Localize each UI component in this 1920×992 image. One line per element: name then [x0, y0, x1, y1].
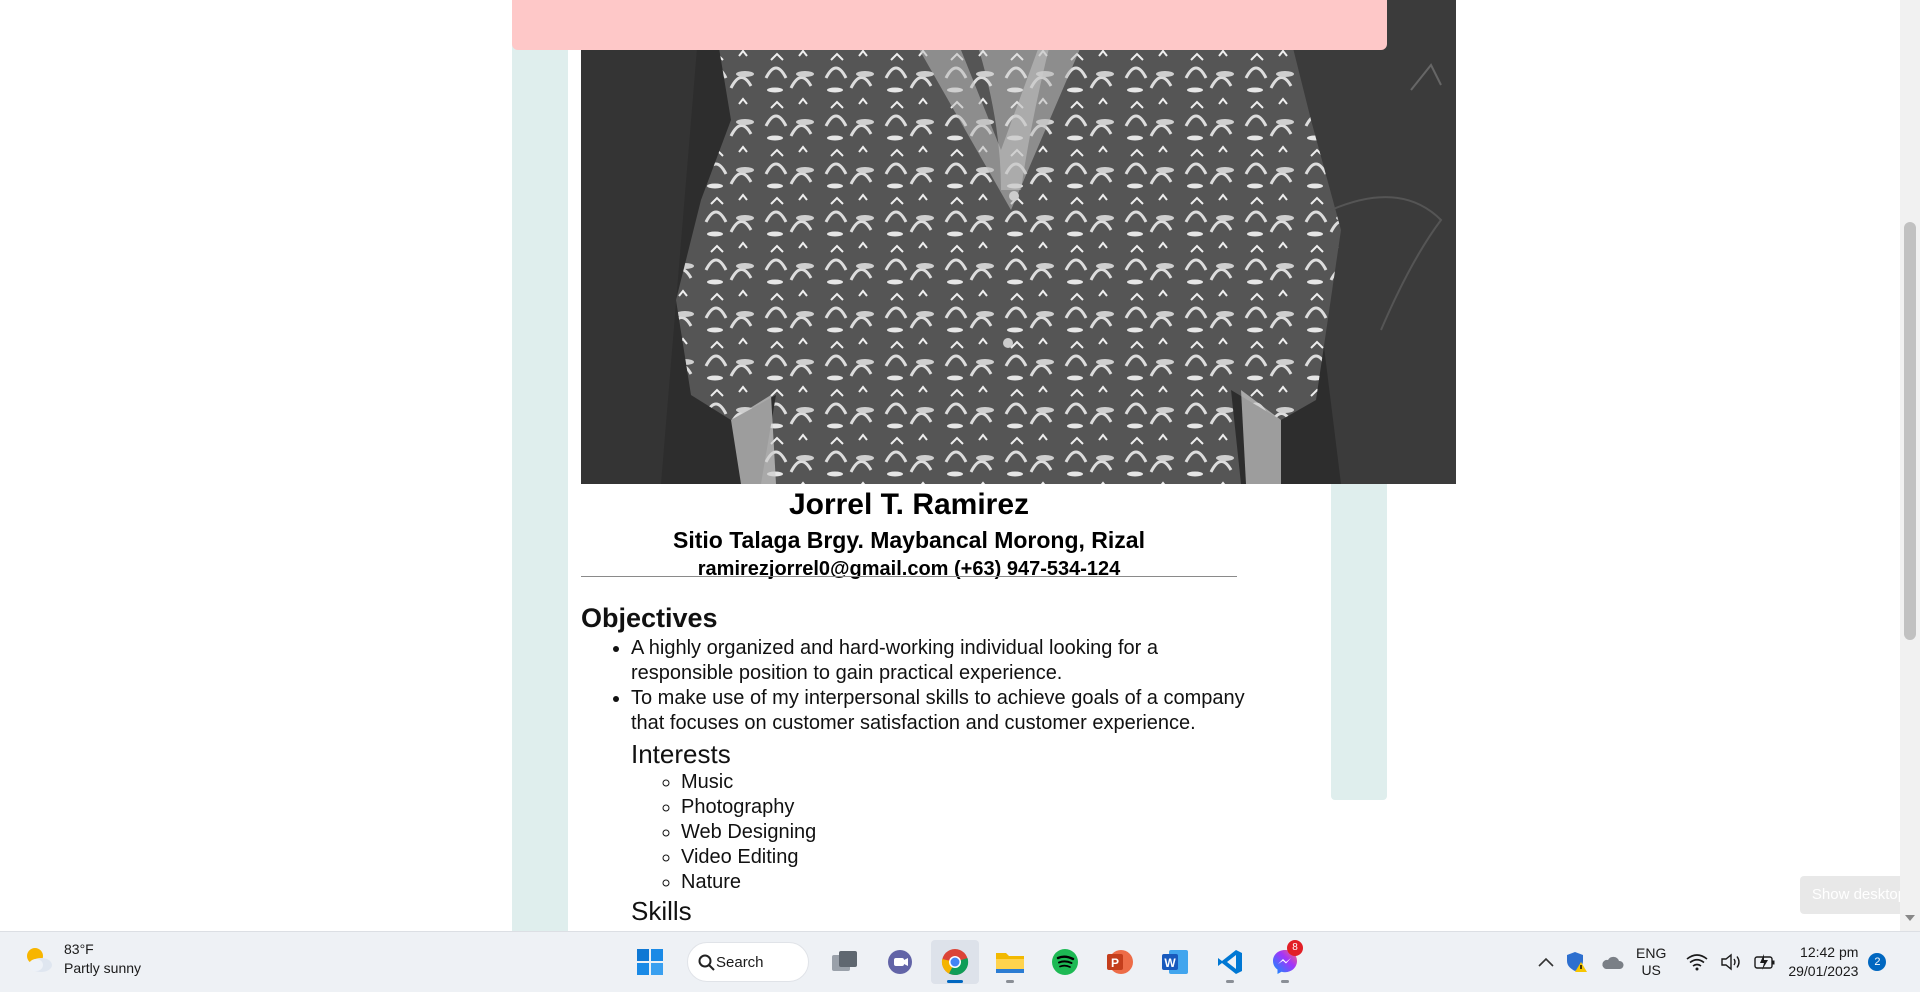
teams-chat-button[interactable] [876, 940, 924, 984]
messenger-badge: 8 [1287, 940, 1303, 956]
svg-text:P: P [1111, 956, 1119, 970]
folder-icon [996, 953, 1024, 973]
security-tray-button[interactable] [1566, 951, 1588, 973]
clock-date: 29/01/2023 [1788, 963, 1859, 979]
svg-text:W: W [1164, 956, 1176, 970]
start-button[interactable] [626, 940, 674, 984]
onedrive-tray-button[interactable] [1600, 954, 1624, 970]
clock[interactable]: 12:42 pm 29/01/2023 [1788, 943, 1858, 981]
task-view-icon [832, 951, 857, 971]
objectives-heading: Objectives [581, 603, 718, 633]
messenger-indicator [1281, 980, 1289, 983]
cloud-icon [1602, 956, 1624, 969]
resume-address: Sitio Talaga Brgy. Maybancal Morong, Riz… [672, 527, 1145, 553]
battery-charging-icon [1754, 954, 1775, 970]
list-item: Music [681, 770, 1261, 795]
notification-count-badge[interactable]: 2 [1868, 953, 1887, 971]
spotify-button[interactable] [1041, 940, 1089, 984]
resume-contact: ramirezjorrel0@gmail.com (+63) 947-534-1… [697, 558, 1121, 580]
header-divider [581, 576, 1237, 577]
chrome-icon [941, 949, 969, 976]
chrome-button[interactable] [931, 940, 979, 984]
vscode-button[interactable] [1206, 940, 1254, 984]
windows-icon [637, 949, 663, 975]
shield-warning-icon [1567, 952, 1587, 972]
resume-body: Objectives A highly organized and hard-w… [581, 600, 1261, 927]
taskbar: 83°F Partly sunny Search P W 8 ENG US 12… [0, 931, 1920, 992]
browser-page: Jorrel T. Ramirez Sitio Talaga Brgy. May… [0, 0, 1900, 931]
resume-header: Jorrel T. Ramirez Sitio Talaga Brgy. May… [581, 484, 1237, 582]
profile-photo [581, 0, 1456, 484]
partly-sunny-icon [22, 943, 54, 975]
language-code: ENG [1636, 945, 1667, 961]
list-item: Photography [681, 795, 1261, 820]
chevron-up-icon [1538, 957, 1554, 967]
interests-heading: Interests [631, 739, 731, 769]
search-label: Search [716, 953, 764, 971]
explorer-indicator [1006, 980, 1014, 983]
show-desktop-tooltip: Show desktop [1800, 876, 1900, 914]
vscode-indicator [1226, 980, 1234, 983]
left-teal-column [512, 0, 568, 931]
resume-name: Jorrel T. Ramirez [788, 488, 1030, 521]
list-item: Video Editing [681, 845, 1261, 870]
show-hidden-icons-button[interactable] [1538, 957, 1554, 967]
objectives-list: A highly organized and hard-working indi… [581, 636, 1261, 736]
weather-temperature: 83°F [64, 941, 94, 957]
powerpoint-button[interactable]: P [1096, 940, 1144, 984]
keyboard-region: US [1641, 962, 1661, 978]
interests-list: Music Photography Web Designing Video Ed… [581, 770, 1261, 895]
list-item: Nature [681, 870, 1261, 895]
language-indicator[interactable]: ENG US [1636, 945, 1666, 979]
word-button[interactable]: W [1151, 940, 1199, 984]
file-explorer-button[interactable] [986, 940, 1034, 984]
list-item: A highly organized and hard-working indi… [631, 636, 1261, 686]
system-tray: ENG US 12:42 pm 29/01/2023 2 [1538, 940, 1887, 984]
taskbar-apps: Search P W 8 [626, 940, 1316, 984]
scrollbar-thumb[interactable] [1904, 222, 1916, 640]
skills-heading: Skills [631, 896, 692, 926]
weather-widget[interactable]: 83°F Partly sunny [22, 940, 141, 978]
teams-chat-icon [888, 950, 912, 974]
taskbar-search[interactable]: Search [687, 942, 809, 982]
speaker-icon [1721, 953, 1741, 971]
header-bar [512, 0, 1387, 50]
vertical-scrollbar[interactable] [1900, 0, 1920, 931]
word-icon: W [1162, 950, 1188, 974]
powerpoint-icon: P [1107, 950, 1133, 974]
list-item: To make use of my interpersonal skills t… [631, 686, 1261, 736]
vscode-icon [1218, 950, 1242, 974]
spotify-icon [1052, 949, 1078, 975]
wifi-button[interactable] [1686, 953, 1708, 971]
task-view-button[interactable] [821, 940, 869, 984]
list-item: Web Designing [681, 820, 1261, 845]
search-icon [698, 954, 715, 971]
clock-time: 12:42 pm [1800, 944, 1859, 960]
volume-button[interactable] [1720, 953, 1742, 971]
wifi-icon [1686, 954, 1708, 971]
battery-button[interactable] [1754, 953, 1776, 971]
messenger-button[interactable]: 8 [1261, 940, 1309, 984]
scroll-down-arrow-icon[interactable] [1905, 915, 1915, 921]
chrome-active-indicator [947, 980, 963, 983]
weather-description: Partly sunny [64, 960, 142, 976]
